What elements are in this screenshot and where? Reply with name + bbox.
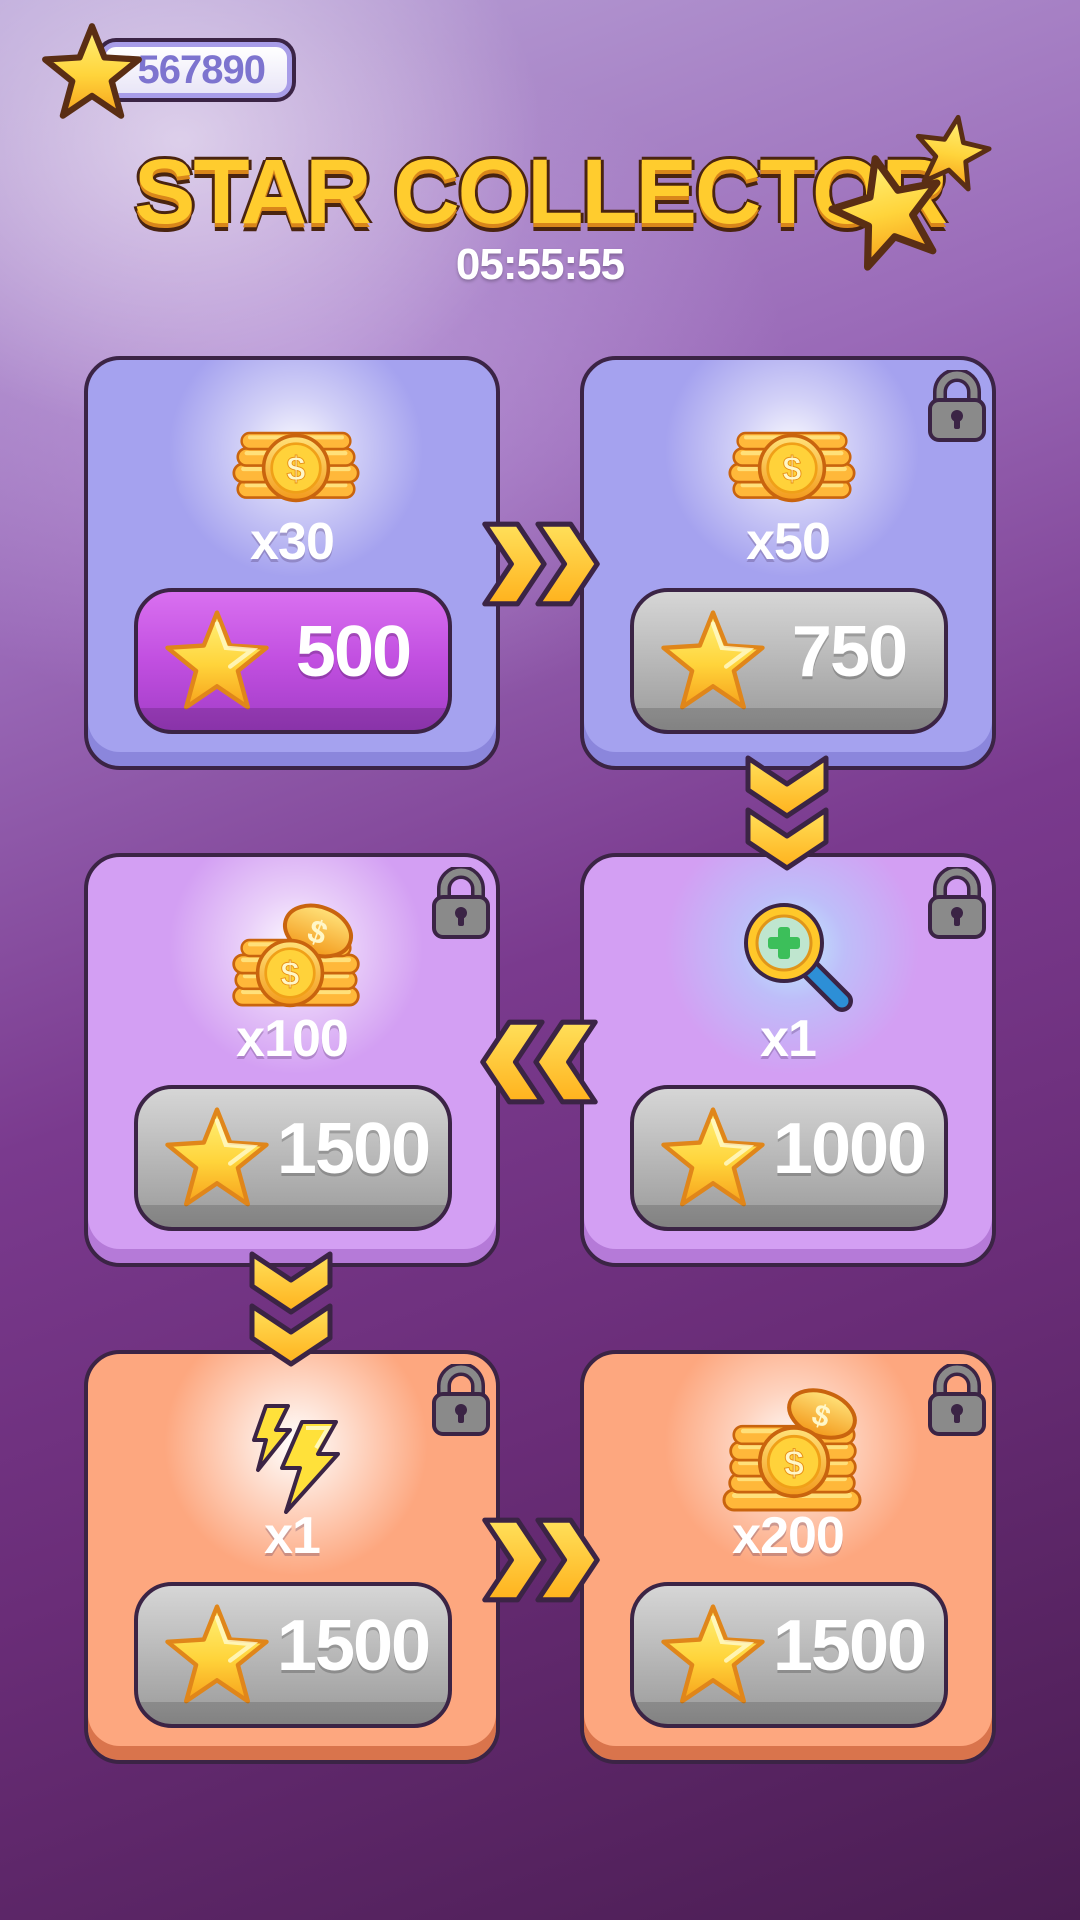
coin-stack-icon xyxy=(232,431,360,503)
lock-icon xyxy=(926,1364,988,1438)
buy-button[interactable]: 750 xyxy=(630,588,948,734)
star-icon xyxy=(658,1600,768,1710)
star-icon xyxy=(658,606,768,716)
coin-pile-icon: $ xyxy=(232,903,360,1008)
lock-icon xyxy=(926,370,988,444)
lock-icon xyxy=(430,867,492,941)
star-icon xyxy=(162,1103,272,1213)
lock-icon xyxy=(926,867,988,941)
lightning-icon xyxy=(252,1404,340,1514)
price-label: 750 xyxy=(791,612,908,692)
buy-button[interactable]: 1500 xyxy=(134,1085,452,1231)
price-label: 1500 xyxy=(276,1109,431,1189)
star-icon xyxy=(162,1600,272,1710)
reward-card-2: x50 750 xyxy=(580,356,996,770)
reward-quantity: x200 xyxy=(732,1507,845,1565)
price-label: 500 xyxy=(295,612,412,692)
reward-card-4: $ x100 1500 xyxy=(84,853,500,1267)
star-icon xyxy=(658,1103,768,1213)
price-label: 1500 xyxy=(276,1606,431,1686)
chevron-right-icon xyxy=(478,518,602,610)
price-label: 1500 xyxy=(772,1606,927,1686)
magnifier-icon xyxy=(744,903,853,1012)
buy-button[interactable]: 500 xyxy=(134,588,452,734)
coin-stack-icon xyxy=(728,431,856,503)
coin-mountain-icon: $ xyxy=(722,1388,862,1512)
reward-quantity: x1 xyxy=(264,1507,321,1565)
buy-button[interactable]: 1500 xyxy=(630,1582,948,1728)
buy-button[interactable]: 1500 xyxy=(134,1582,452,1728)
reward-card-1: x30 500 xyxy=(84,356,500,770)
buy-button[interactable]: 1000 xyxy=(630,1085,948,1231)
chevron-down-icon xyxy=(246,1248,336,1368)
chevron-right-icon xyxy=(478,1514,602,1606)
chevron-down-icon xyxy=(742,752,832,872)
reward-card-5: x1 1500 xyxy=(84,1350,500,1764)
chevron-left-icon xyxy=(478,1016,602,1108)
reward-quantity: x30 xyxy=(250,513,335,571)
reward-quantity: x100 xyxy=(236,1010,349,1068)
reward-card-6: $ x200 1500 xyxy=(580,1350,996,1764)
reward-card-3: x1 1000 xyxy=(580,853,996,1267)
reward-quantity: x1 xyxy=(760,1010,817,1068)
price-label: 1000 xyxy=(772,1109,927,1189)
star-balance-icon xyxy=(40,20,144,124)
decorative-star-icon xyxy=(906,106,999,199)
star-icon xyxy=(162,606,272,716)
reward-quantity: x50 xyxy=(746,513,831,571)
lock-icon xyxy=(430,1364,492,1438)
